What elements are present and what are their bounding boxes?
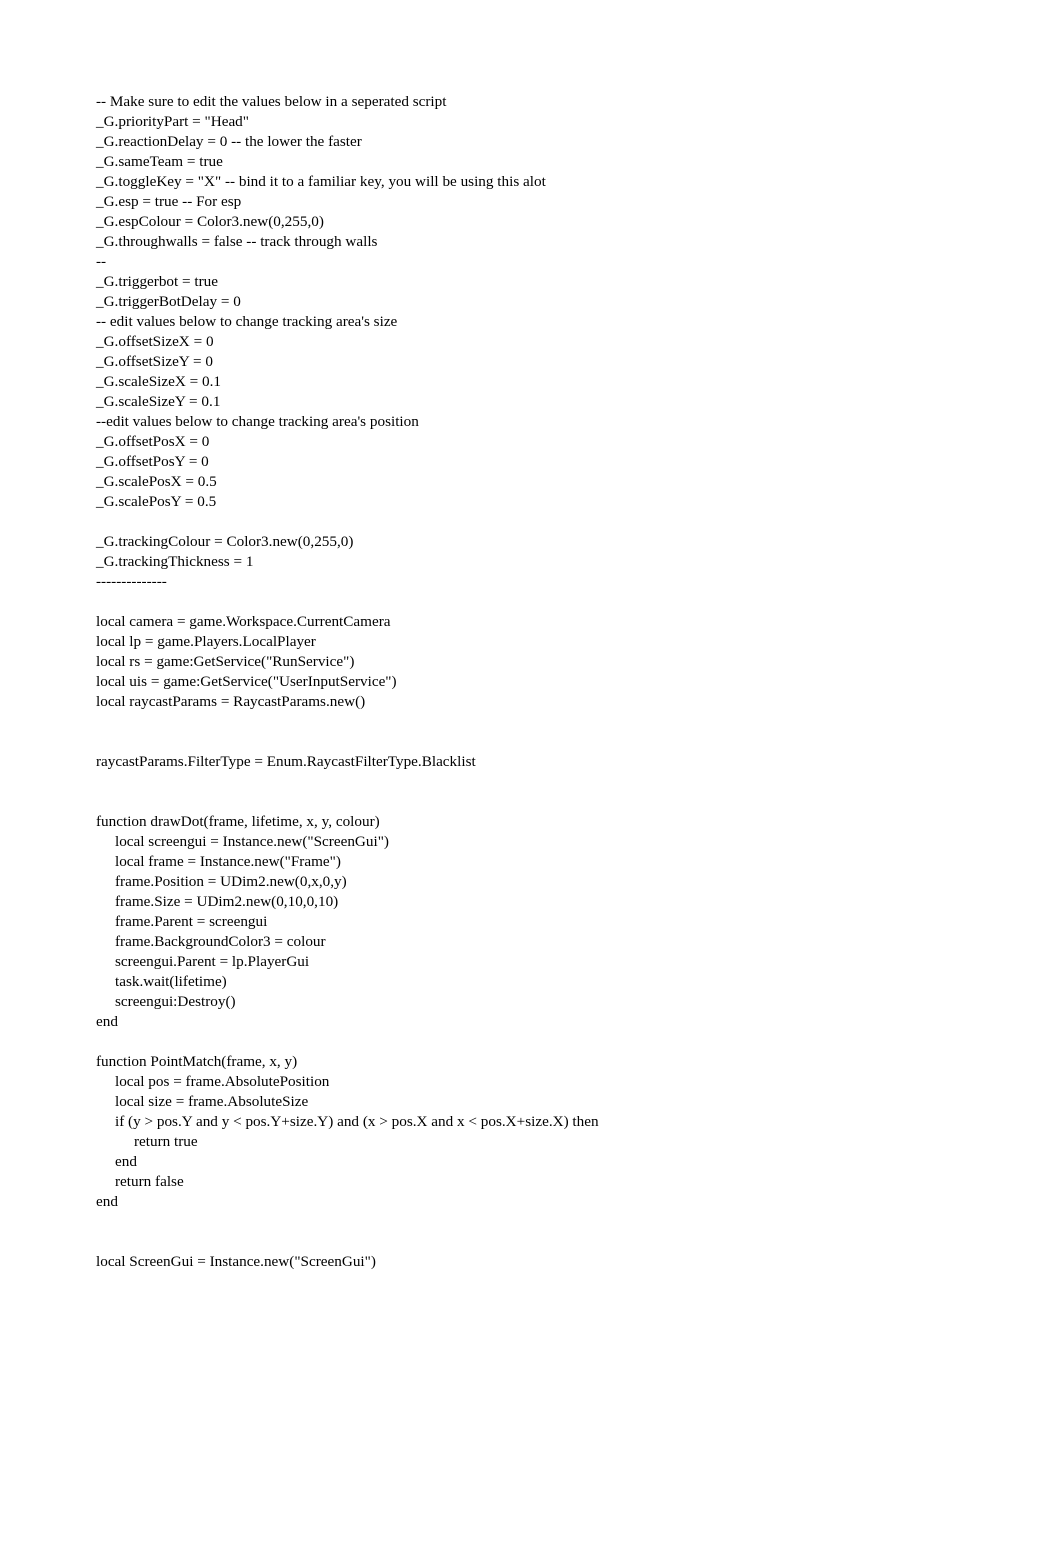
- code-line: _G.trackingColour = Color3.new(0,255,0): [96, 533, 354, 550]
- code-line: local camera = game.Workspace.CurrentCam…: [96, 613, 391, 630]
- code-line: _G.offsetSizeX = 0: [96, 333, 214, 350]
- code-line: local uis = game:GetService("UserInputSe…: [96, 673, 397, 690]
- code-line: end: [96, 1013, 118, 1030]
- code-line: frame.Parent = screengui: [96, 913, 268, 930]
- code-line: local raycastParams = RaycastParams.new(…: [96, 693, 366, 710]
- code-line: frame.Position = UDim2.new(0,x,0,y): [96, 873, 347, 890]
- code-line: function PointMatch(frame, x, y): [96, 1053, 298, 1070]
- code-line: _G.offsetPosX = 0: [96, 433, 210, 450]
- code-line: return false: [96, 1173, 184, 1190]
- code-line: _G.triggerBotDelay = 0: [96, 293, 241, 310]
- code-line: end: [96, 1193, 118, 1210]
- code-line: local size = frame.AbsoluteSize: [96, 1093, 309, 1110]
- code-line: _G.toggleKey = "X" -- bind it to a famil…: [96, 173, 546, 190]
- code-line: -- Make sure to edit the values below in…: [96, 93, 447, 110]
- code-line: -- edit values below to change tracking …: [96, 313, 398, 330]
- code-line: _G.trackingThickness = 1: [96, 553, 254, 570]
- code-line: frame.Size = UDim2.new(0,10,0,10): [96, 893, 339, 910]
- document-page: -- Make sure to edit the values below in…: [0, 0, 1062, 1561]
- code-line: _G.scaleSizeX = 0.1: [96, 373, 221, 390]
- code-line: local pos = frame.AbsolutePosition: [96, 1073, 330, 1090]
- code-line: _G.offsetSizeY = 0: [96, 353, 213, 370]
- code-line: function drawDot(frame, lifetime, x, y, …: [96, 813, 380, 830]
- code-line: raycastParams.FilterType = Enum.RaycastF…: [96, 753, 476, 770]
- code-line: _G.scalePosY = 0.5: [96, 493, 217, 510]
- code-line: _G.espColour = Color3.new(0,255,0): [96, 213, 324, 230]
- code-line: --------------: [96, 573, 167, 590]
- code-line: end: [96, 1153, 137, 1170]
- code-line: _G.esp = true -- For esp: [96, 193, 242, 210]
- code-line: local screengui = Instance.new("ScreenGu…: [96, 833, 389, 850]
- code-line: local lp = game.Players.LocalPlayer: [96, 633, 316, 650]
- code-line: _G.sameTeam = true: [96, 153, 223, 170]
- code-line: --: [96, 253, 107, 270]
- code-line: _G.scaleSizeY = 0.1: [96, 393, 221, 410]
- code-line: _G.scalePosX = 0.5: [96, 473, 217, 490]
- code-line: _G.reactionDelay = 0 -- the lower the fa…: [96, 133, 362, 150]
- code-line: if (y > pos.Y and y < pos.Y+size.Y) and …: [96, 1113, 599, 1130]
- code-line: _G.throughwalls = false -- track through…: [96, 233, 378, 250]
- code-line: --edit values below to change tracking a…: [96, 413, 419, 430]
- code-line: local rs = game:GetService("RunService"): [96, 653, 355, 670]
- code-line: return true: [96, 1133, 198, 1150]
- code-line: _G.offsetPosY = 0: [96, 453, 209, 470]
- code-listing: -- Make sure to edit the values below in…: [96, 92, 996, 1272]
- code-line: local frame = Instance.new("Frame"): [96, 853, 341, 870]
- code-line: frame.BackgroundColor3 = colour: [96, 933, 326, 950]
- code-line: local ScreenGui = Instance.new("ScreenGu…: [96, 1253, 376, 1270]
- code-line: screengui:Destroy(): [96, 993, 236, 1010]
- code-line: _G.triggerbot = true: [96, 273, 219, 290]
- code-line: _G.priorityPart = "Head": [96, 113, 249, 130]
- code-line: screengui.Parent = lp.PlayerGui: [96, 953, 310, 970]
- code-line: task.wait(lifetime): [96, 973, 227, 990]
